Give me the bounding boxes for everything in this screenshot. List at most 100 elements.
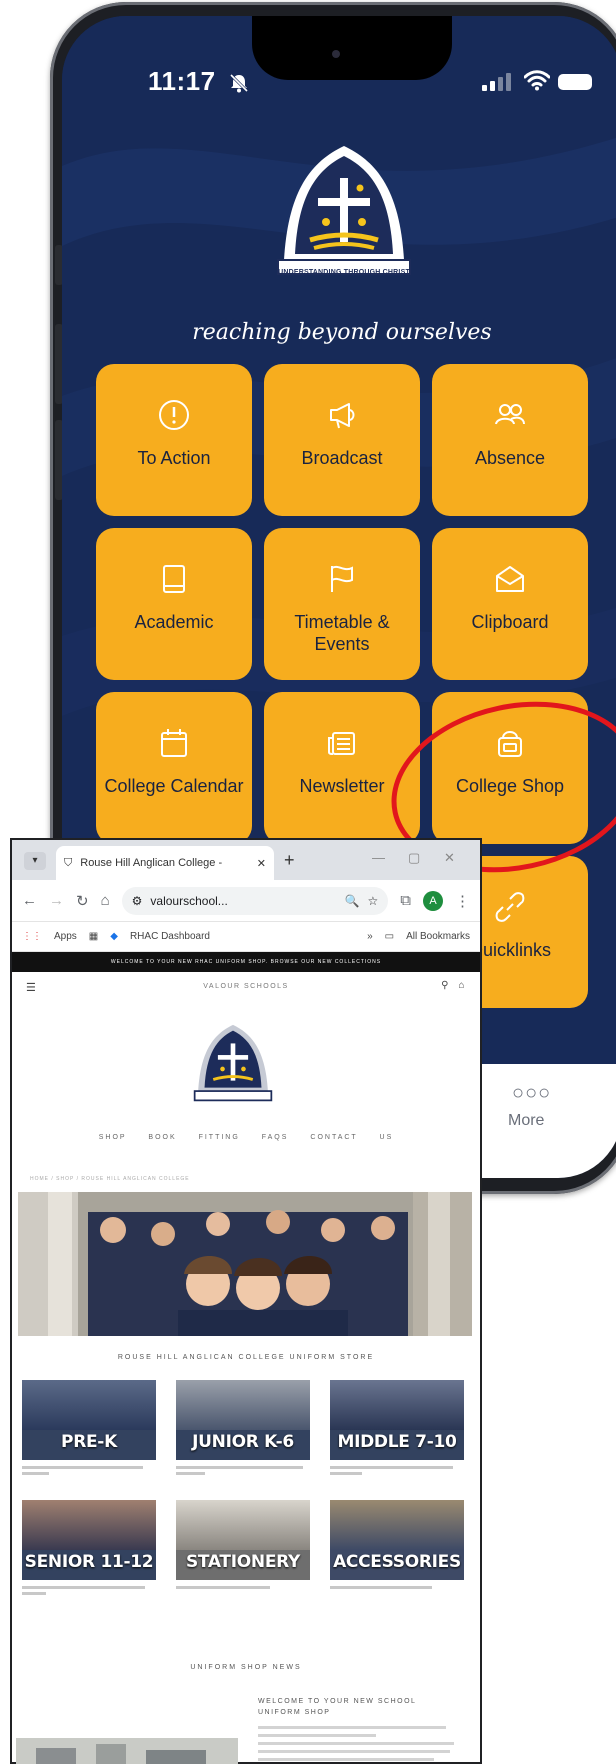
front-camera: [332, 50, 340, 58]
zoom-icon[interactable]: 🔍: [345, 894, 360, 908]
category-description: [22, 1466, 156, 1478]
store-title: ROUSE HILL ANGLICAN COLLEGE UNIFORM STOR…: [117, 1354, 375, 1361]
newspaper-icon: [328, 732, 355, 755]
reload-icon[interactable]: ↻: [76, 892, 89, 910]
nav-faqs[interactable]: FAQS: [262, 1134, 289, 1141]
tile-absence[interactable]: Absence: [432, 364, 588, 516]
category-accessories[interactable]: ACCESSORIES: [330, 1500, 464, 1580]
category-label: SENIOR 11-12: [24, 1552, 154, 1572]
shield-icon: ⛉: [64, 856, 73, 869]
forward-icon[interactable]: →: [49, 892, 64, 909]
category-middle-7-10[interactable]: MIDDLE 7-10: [330, 1380, 464, 1460]
envelope-icon: [496, 566, 524, 592]
profile-avatar[interactable]: A: [423, 890, 443, 911]
browser-toolbar: ← → ↻ ⌂ ⚙ valourschool... 🔍 ☆ ⧉ A ⋮: [12, 880, 480, 922]
tile-label: Newsletter: [299, 776, 385, 796]
url-text: valourschool...: [150, 893, 228, 908]
close-icon[interactable]: ✕: [257, 857, 266, 870]
search-icon[interactable]: ⚲: [441, 980, 450, 991]
calendar-icon: [161, 729, 187, 757]
category-junior-k6[interactable]: JUNIOR K-6: [176, 1380, 310, 1460]
minimize-button[interactable]: —: [372, 850, 385, 865]
category-label: STATIONERY: [185, 1552, 301, 1572]
site-nav: SHOP BOOK FITTING FAQS CONTACT US: [10, 1134, 482, 1141]
folder-icon: ▭: [384, 931, 395, 942]
tile-label: Academic: [134, 612, 214, 632]
home-icon[interactable]: ⌂: [101, 892, 110, 909]
dashboard-icon: ◆: [110, 931, 118, 942]
apps-icon[interactable]: ⋮⋮: [22, 931, 42, 942]
tile-college-calendar[interactable]: College Calendar: [96, 692, 252, 844]
browser-tab[interactable]: ⛉ Rouse Hill Anglican College - ✕: [56, 846, 274, 880]
category-description: [22, 1586, 156, 1598]
tile-label: Timetable & Events: [294, 612, 390, 654]
category-label: PRE-K: [61, 1432, 117, 1452]
more-bookmarks-icon[interactable]: »: [367, 931, 373, 942]
maximize-button[interactable]: ▢: [408, 850, 420, 866]
site-settings-icon[interactable]: ⚙: [132, 894, 143, 908]
tile-academic[interactable]: Academic: [96, 528, 252, 680]
tile-clipboard[interactable]: Clipboard: [432, 528, 588, 680]
news-body: [258, 1726, 454, 1764]
more-dots-icon[interactable]: ○○○: [512, 1082, 551, 1105]
link-icon: [495, 892, 525, 922]
site-header: ☰ VALOUR SCHOOLS ⚲ ⌂: [12, 972, 480, 1002]
address-bar[interactable]: ⚙ valourschool... 🔍 ☆: [121, 886, 389, 915]
category-label: MIDDLE 7-10: [337, 1432, 457, 1452]
new-tab-button[interactable]: +: [284, 850, 295, 871]
bookmark-rhac-dashboard[interactable]: RHAC Dashboard: [130, 931, 210, 942]
category-description: [330, 1586, 464, 1598]
nav-shop[interactable]: SHOP: [99, 1134, 127, 1141]
more-button[interactable]: More: [508, 1112, 544, 1130]
breadcrumb[interactable]: HOME / SHOP / ROUSE HILL ANGLICAN COLLEG…: [30, 1176, 190, 1182]
tile-label: To Action: [137, 448, 211, 468]
bookmark-apps[interactable]: Apps: [54, 931, 77, 942]
bookmark-all[interactable]: All Bookmarks: [406, 931, 470, 942]
alert-circle-icon: [159, 400, 189, 430]
news-title: UNIFORM SHOP NEWS: [190, 1664, 302, 1671]
wifi-icon: [524, 70, 550, 91]
book-icon: [163, 565, 185, 593]
category-label: ACCESSORIES: [333, 1552, 461, 1572]
tile-broadcast[interactable]: Broadcast: [264, 364, 420, 516]
category-label: JUNIOR K-6: [192, 1432, 294, 1452]
tab-strip: ▾ ⛉ Rouse Hill Anglican College - ✕ + — …: [12, 840, 480, 880]
tile-to-action[interactable]: To Action: [96, 364, 252, 516]
bookmarks-bar: ⋮⋮ Apps ▦ ◆ RHAC Dashboard » ▭ All Bookm…: [12, 922, 480, 952]
category-description: [330, 1466, 464, 1478]
category-description: [176, 1466, 310, 1478]
grid-icon[interactable]: ▦: [89, 931, 98, 942]
crest-banner-text: UNDERSTANDING THROUGH CHRIST: [278, 269, 410, 276]
cellular-signal-icon: [482, 73, 511, 91]
category-stationery[interactable]: STATIONERY: [176, 1500, 310, 1580]
students-photo: [18, 1192, 472, 1336]
tile-label: College Calendar: [104, 776, 244, 796]
kebab-menu-icon[interactable]: ⋮: [455, 892, 470, 910]
phone-notch: [252, 16, 452, 80]
people-icon: [495, 404, 525, 425]
back-icon[interactable]: ←: [22, 892, 37, 909]
cart-icon[interactable]: ⌂: [458, 980, 466, 991]
tile-timetable-events[interactable]: Timetable & Events: [264, 528, 420, 680]
college-crest-logo: [277, 146, 411, 275]
status-time: 11:17: [148, 66, 216, 96]
window-close-button[interactable]: ✕: [444, 850, 455, 866]
site-brand[interactable]: VALOUR SCHOOLS: [12, 983, 480, 990]
news-photo: [16, 1738, 238, 1764]
flag-icon: [331, 565, 353, 592]
category-senior-11-12[interactable]: SENIOR 11-12: [22, 1500, 156, 1580]
bell-slash-icon: [229, 73, 249, 93]
nav-contact-us[interactable]: CONTACT US: [310, 1134, 393, 1141]
tab-search-button[interactable]: ▾: [24, 852, 46, 870]
news-headline[interactable]: WELCOME TO YOUR NEW SCHOOL UNIFORM SHOP: [258, 1696, 458, 1718]
nav-book-fitting[interactable]: BOOK FITTING: [148, 1134, 239, 1141]
hero-photo: [18, 1192, 472, 1336]
battery-icon: [558, 74, 592, 90]
bookmark-star-icon[interactable]: ☆: [368, 894, 379, 908]
category-description: [176, 1586, 310, 1598]
megaphone-icon: [330, 403, 355, 429]
tile-label: Clipboard: [471, 612, 549, 632]
category-pre-k[interactable]: PRE-K: [22, 1380, 156, 1460]
extensions-icon[interactable]: ⧉: [400, 892, 411, 909]
site-crest-logo[interactable]: [190, 1020, 276, 1118]
